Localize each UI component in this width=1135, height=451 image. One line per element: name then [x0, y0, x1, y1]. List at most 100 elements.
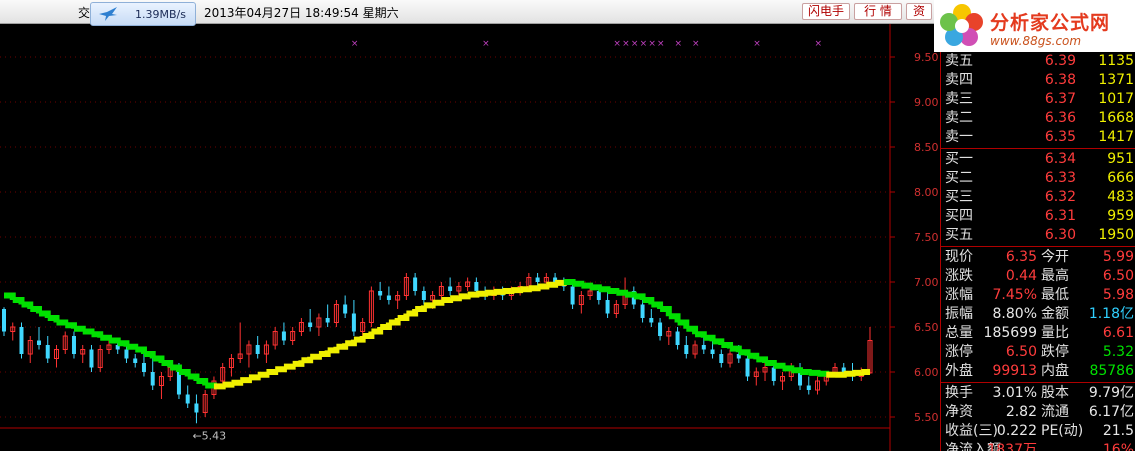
buy-level-row[interactable]: 买四 6.31 959 — [941, 207, 1135, 226]
candle-body — [658, 322, 663, 336]
candle-body — [185, 394, 190, 404]
candle — [692, 340, 698, 359]
stat-label: 涨跌 — [945, 268, 973, 284]
buy-level-row[interactable]: 买三 6.32 483 — [941, 188, 1135, 207]
stat-value: 1837万 — [987, 442, 1037, 451]
candle — [578, 291, 584, 314]
signal-line-segment — [660, 306, 672, 317]
flash-trade-button[interactable]: 闪电手 — [802, 3, 850, 20]
candle — [158, 372, 164, 399]
network-speed-badge[interactable]: 1.39MB/s — [90, 2, 196, 26]
candle — [45, 336, 50, 363]
candle-body — [325, 318, 330, 323]
candle-body — [448, 286, 453, 291]
sell-level-row[interactable]: 卖二 6.36 1668 — [941, 109, 1135, 128]
signal-marker: × — [640, 39, 648, 49]
sell-level-row[interactable]: 卖五 6.39 1135 — [941, 52, 1135, 71]
sell-level-label: 卖四 — [945, 72, 973, 88]
market-stat-row: 涨幅 7.45% 最低 5.98 — [941, 286, 1135, 305]
candle — [246, 340, 252, 368]
signal-line-segment — [397, 313, 410, 321]
buy-level-volume: 1950 — [1098, 227, 1134, 243]
sell-level-volume: 1371 — [1098, 72, 1134, 88]
y-tick-label: 9.00 — [914, 96, 939, 109]
signal-line-segment — [730, 345, 742, 353]
signal-marker: × — [657, 39, 665, 49]
quote-button[interactable]: 行 情 — [854, 3, 902, 20]
stat-value: 21.5 — [1102, 423, 1134, 439]
signal-line-segment — [458, 293, 471, 300]
market-stat-row: 涨跌 0.44 最高 6.50 — [941, 267, 1135, 286]
candle — [806, 376, 811, 395]
info-button[interactable]: 资 — [906, 3, 932, 20]
candle — [281, 322, 286, 345]
sell-level-price: 6.39 — [1044, 53, 1076, 69]
signal-marker: × — [622, 39, 630, 49]
stat-label: 最高 — [1041, 268, 1069, 284]
candle — [780, 372, 786, 390]
signal-line-segment — [65, 322, 77, 329]
buy-level-row[interactable]: 买五 6.30 1950 — [941, 226, 1135, 245]
stat-label: 跌停 — [1041, 344, 1069, 360]
signal-line-segment — [345, 339, 357, 347]
sell-level-row[interactable]: 卖一 6.35 1417 — [941, 128, 1135, 147]
sell-level-row[interactable]: 卖三 6.37 1017 — [941, 90, 1135, 109]
site-logo: 分析家公式网 www.88gs.com — [934, 0, 1135, 52]
candle-body — [133, 358, 138, 363]
buy-level-price: 6.30 — [1044, 227, 1076, 243]
stat-label: 现价 — [945, 249, 973, 265]
stat-value: 99913 — [992, 363, 1037, 379]
candle — [141, 354, 146, 377]
candle — [798, 363, 803, 390]
candlestick-chart[interactable]: × × × × × × × × × × × × 9.509.008.508.007.507.006.5… — [0, 24, 940, 451]
candle-body — [36, 340, 41, 345]
candle-body — [150, 372, 155, 386]
y-tick-label: 7.00 — [914, 276, 939, 289]
signal-line-segment — [371, 327, 384, 335]
sell-level-label: 卖五 — [945, 53, 973, 69]
signal-marker: × — [631, 39, 639, 49]
signal-line-segment — [782, 365, 795, 372]
candle-body — [255, 345, 260, 354]
signal-line-segment — [502, 288, 515, 294]
candle-body — [19, 327, 24, 354]
fundamental-stat-row: 换手 3.01% 股本 9.79亿 — [941, 384, 1135, 403]
candle — [605, 291, 610, 318]
sell-level-row[interactable]: 卖四 6.38 1371 — [941, 71, 1135, 90]
candle-body — [701, 345, 706, 350]
y-tick-label: 6.00 — [914, 366, 939, 379]
candle — [71, 331, 76, 359]
candle-body — [806, 385, 811, 390]
signal-marker: × — [675, 39, 683, 49]
candle — [89, 345, 94, 372]
signal-line-segment — [415, 305, 427, 312]
candle-body — [343, 304, 348, 314]
signal-line-segment — [668, 313, 681, 323]
buy-level-row[interactable]: 买一 6.34 951 — [941, 150, 1135, 169]
stat-label: 涨幅 — [945, 287, 973, 303]
signal-line-segment — [493, 288, 506, 295]
candle — [36, 327, 41, 350]
candle — [2, 307, 6, 336]
signal-line-segment — [380, 322, 392, 330]
signal-line-segment — [712, 338, 725, 345]
signal-line-segment — [161, 360, 174, 368]
stat-value: 5.99 — [1102, 249, 1134, 265]
signal-line-segment — [135, 346, 147, 354]
buy-level-row[interactable]: 买二 6.33 666 — [941, 169, 1135, 188]
candle — [413, 273, 418, 296]
signal-line-segment — [222, 381, 235, 388]
candle — [753, 367, 759, 386]
sell-level-volume: 1135 — [1098, 53, 1134, 69]
bird-icon — [99, 7, 117, 21]
fundamental-stat-row: 净资 2.82 流通 6.17亿 — [941, 403, 1135, 422]
stat-value: 85786 — [1089, 363, 1134, 379]
candle-body — [2, 309, 6, 332]
signal-line-segment — [537, 283, 550, 290]
candle-body — [745, 358, 750, 377]
signal-line-segment — [406, 309, 419, 317]
signal-line-segment — [266, 369, 279, 375]
candle-body — [281, 331, 286, 341]
candle-body — [386, 295, 391, 300]
signal-line-segment — [607, 288, 620, 294]
